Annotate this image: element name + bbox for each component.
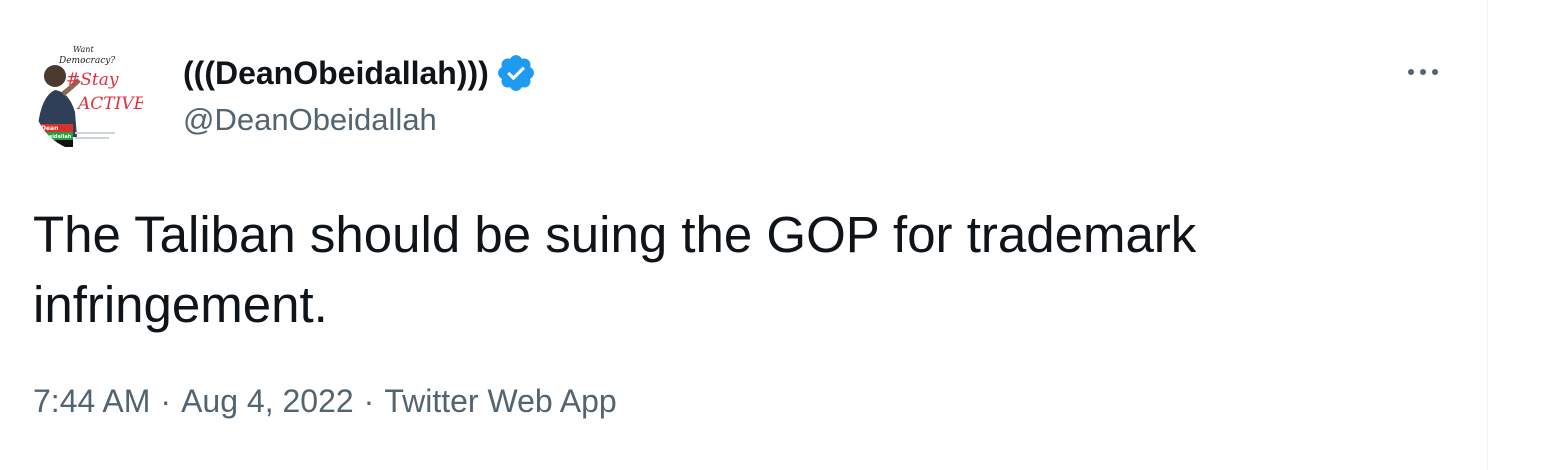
user-name-row: (((DeanObeidallah))) (183, 50, 537, 96)
avatar-text-stay: #Stay (66, 70, 119, 90)
verified-badge-icon (495, 52, 537, 94)
tweet-text: The Taliban should be suing the GOP for … (33, 206, 1197, 333)
meta-separator: · (363, 383, 375, 419)
more-horizontal-icon-dot (1420, 69, 1426, 75)
avatar-text-dean: Dean (41, 125, 58, 132)
avatar-image: Want Democracy? #Stay ACTIVE! Dean Obeid… (33, 42, 143, 152)
more-horizontal-icon (1408, 69, 1414, 75)
avatar-text-active: ACTIVE! (76, 94, 143, 114)
meta-separator: · (160, 383, 172, 419)
user-handle[interactable]: @DeanObeidallah (183, 102, 437, 138)
tweet-card: Want Democracy? #Stay ACTIVE! Dean Obeid… (0, 0, 1487, 470)
tweet-metadata: 7:44 AM · Aug 4, 2022 · Twitter Web App (33, 383, 617, 420)
display-name[interactable]: (((DeanObeidallah))) (183, 55, 489, 92)
more-options-button[interactable] (1398, 50, 1448, 94)
avatar[interactable]: Want Democracy? #Stay ACTIVE! Dean Obeid… (33, 42, 143, 152)
avatar-text-democracy: Democracy? (58, 56, 115, 66)
avatar-text-obeidallah: Obeidallah (41, 134, 72, 140)
column-divider (1487, 0, 1488, 470)
tweet-date[interactable]: Aug 4, 2022 (181, 383, 354, 420)
more-horizontal-icon-dot (1432, 69, 1438, 75)
tweet-source[interactable]: Twitter Web App (384, 383, 616, 420)
tweet-time[interactable]: 7:44 AM (33, 383, 150, 420)
avatar-text-want: Want (73, 45, 94, 54)
